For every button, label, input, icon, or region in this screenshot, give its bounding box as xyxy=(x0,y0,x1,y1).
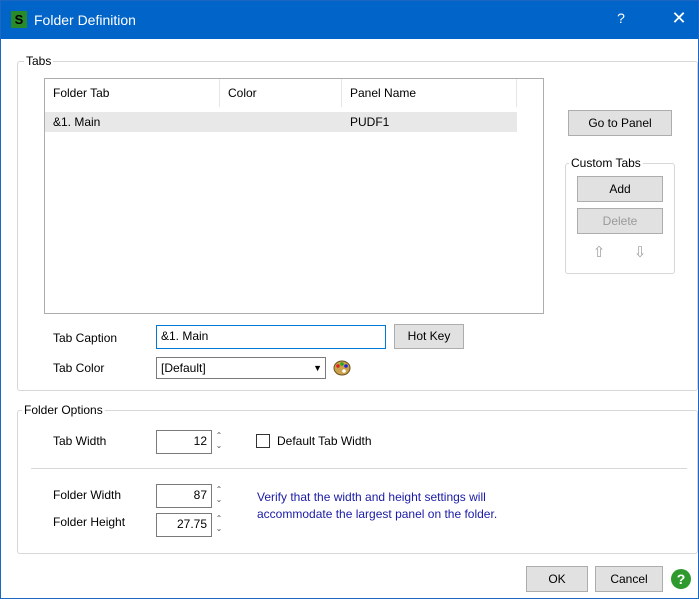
tab-width-spinner[interactable]: ⌃ ⌄ xyxy=(214,431,224,453)
tab-caption-label: Tab Caption xyxy=(53,331,118,345)
tab-color-select[interactable]: [Default] ▼ xyxy=(156,357,326,379)
delete-tab-label: Delete xyxy=(602,214,638,228)
help-icon[interactable]: ? xyxy=(671,569,691,589)
tab-color-value: [Default] xyxy=(161,361,206,375)
tab-width-label: Tab Width xyxy=(53,434,107,448)
tab-color-label: Tab Color xyxy=(53,361,105,375)
row-panel-name: PUDF1 xyxy=(350,115,390,129)
default-tab-width-label: Default Tab Width xyxy=(277,434,372,448)
tab-caption-input[interactable]: &1. Main xyxy=(156,325,386,349)
close-button[interactable]: ✕ xyxy=(659,8,699,32)
size-info-line-1: Verify that the width and height setting… xyxy=(257,490,486,504)
app-logo-icon: S xyxy=(11,11,27,28)
move-up-icon[interactable]: ⇧ xyxy=(590,244,608,262)
ok-label: OK xyxy=(548,572,566,586)
folder-height-spinner[interactable]: ⌃ ⌄ xyxy=(214,514,224,536)
folder-options-group: Folder Options xyxy=(17,403,698,554)
folder-width-label: Folder Width xyxy=(53,488,122,502)
color-palette-icon[interactable] xyxy=(333,360,351,376)
folder-options-title: Folder Options xyxy=(22,403,105,417)
row-folder-tab: &1. Main xyxy=(53,115,101,129)
column-header-panel-name[interactable]: Panel Name xyxy=(342,79,517,107)
folder-height-input[interactable]: 27.75 xyxy=(156,513,212,537)
ok-button[interactable]: OK xyxy=(526,566,588,592)
default-tab-width-checkbox[interactable] xyxy=(256,434,270,448)
window-title: Folder Definition xyxy=(34,12,136,28)
go-to-panel-button[interactable]: Go to Panel xyxy=(568,110,672,136)
tabs-group-title: Tabs xyxy=(24,54,54,68)
folder-definition-window: S Folder Definition ? ✕ Tabs Folder Tab … xyxy=(0,0,699,599)
size-info-line-2: accommodate the largest panel on the fol… xyxy=(257,507,498,521)
folder-width-spinner[interactable]: ⌃ ⌄ xyxy=(214,485,224,507)
chevron-down-icon: ▼ xyxy=(313,363,322,373)
divider xyxy=(31,468,687,469)
title-bar: S Folder Definition ? ✕ xyxy=(1,1,698,39)
folder-tabs-list[interactable]: Folder Tab Color Panel Name &1. Main PUD… xyxy=(44,78,544,314)
size-info-text: Verify that the width and height setting… xyxy=(257,489,497,523)
add-tab-button[interactable]: Add xyxy=(577,176,663,202)
tab-width-input[interactable]: 12 xyxy=(156,430,212,454)
help-button[interactable]: ? xyxy=(601,10,641,30)
go-to-panel-label: Go to Panel xyxy=(588,116,652,130)
table-row[interactable]: &1. Main PUDF1 xyxy=(45,112,517,132)
move-down-icon[interactable]: ⇩ xyxy=(631,244,649,262)
delete-tab-button[interactable]: Delete xyxy=(577,208,663,234)
column-header-folder-tab[interactable]: Folder Tab xyxy=(45,79,220,107)
cancel-button[interactable]: Cancel xyxy=(595,566,663,592)
folder-height-label: Folder Height xyxy=(53,515,126,529)
folder-width-input[interactable]: 87 xyxy=(156,484,212,508)
add-tab-label: Add xyxy=(609,182,631,196)
custom-tabs-title: Custom Tabs xyxy=(569,156,643,170)
cancel-label: Cancel xyxy=(610,572,648,586)
hot-key-label: Hot Key xyxy=(407,329,451,343)
hot-key-button[interactable]: Hot Key xyxy=(394,324,464,349)
list-header: Folder Tab Color Panel Name xyxy=(45,79,517,107)
column-header-color[interactable]: Color xyxy=(220,79,342,107)
